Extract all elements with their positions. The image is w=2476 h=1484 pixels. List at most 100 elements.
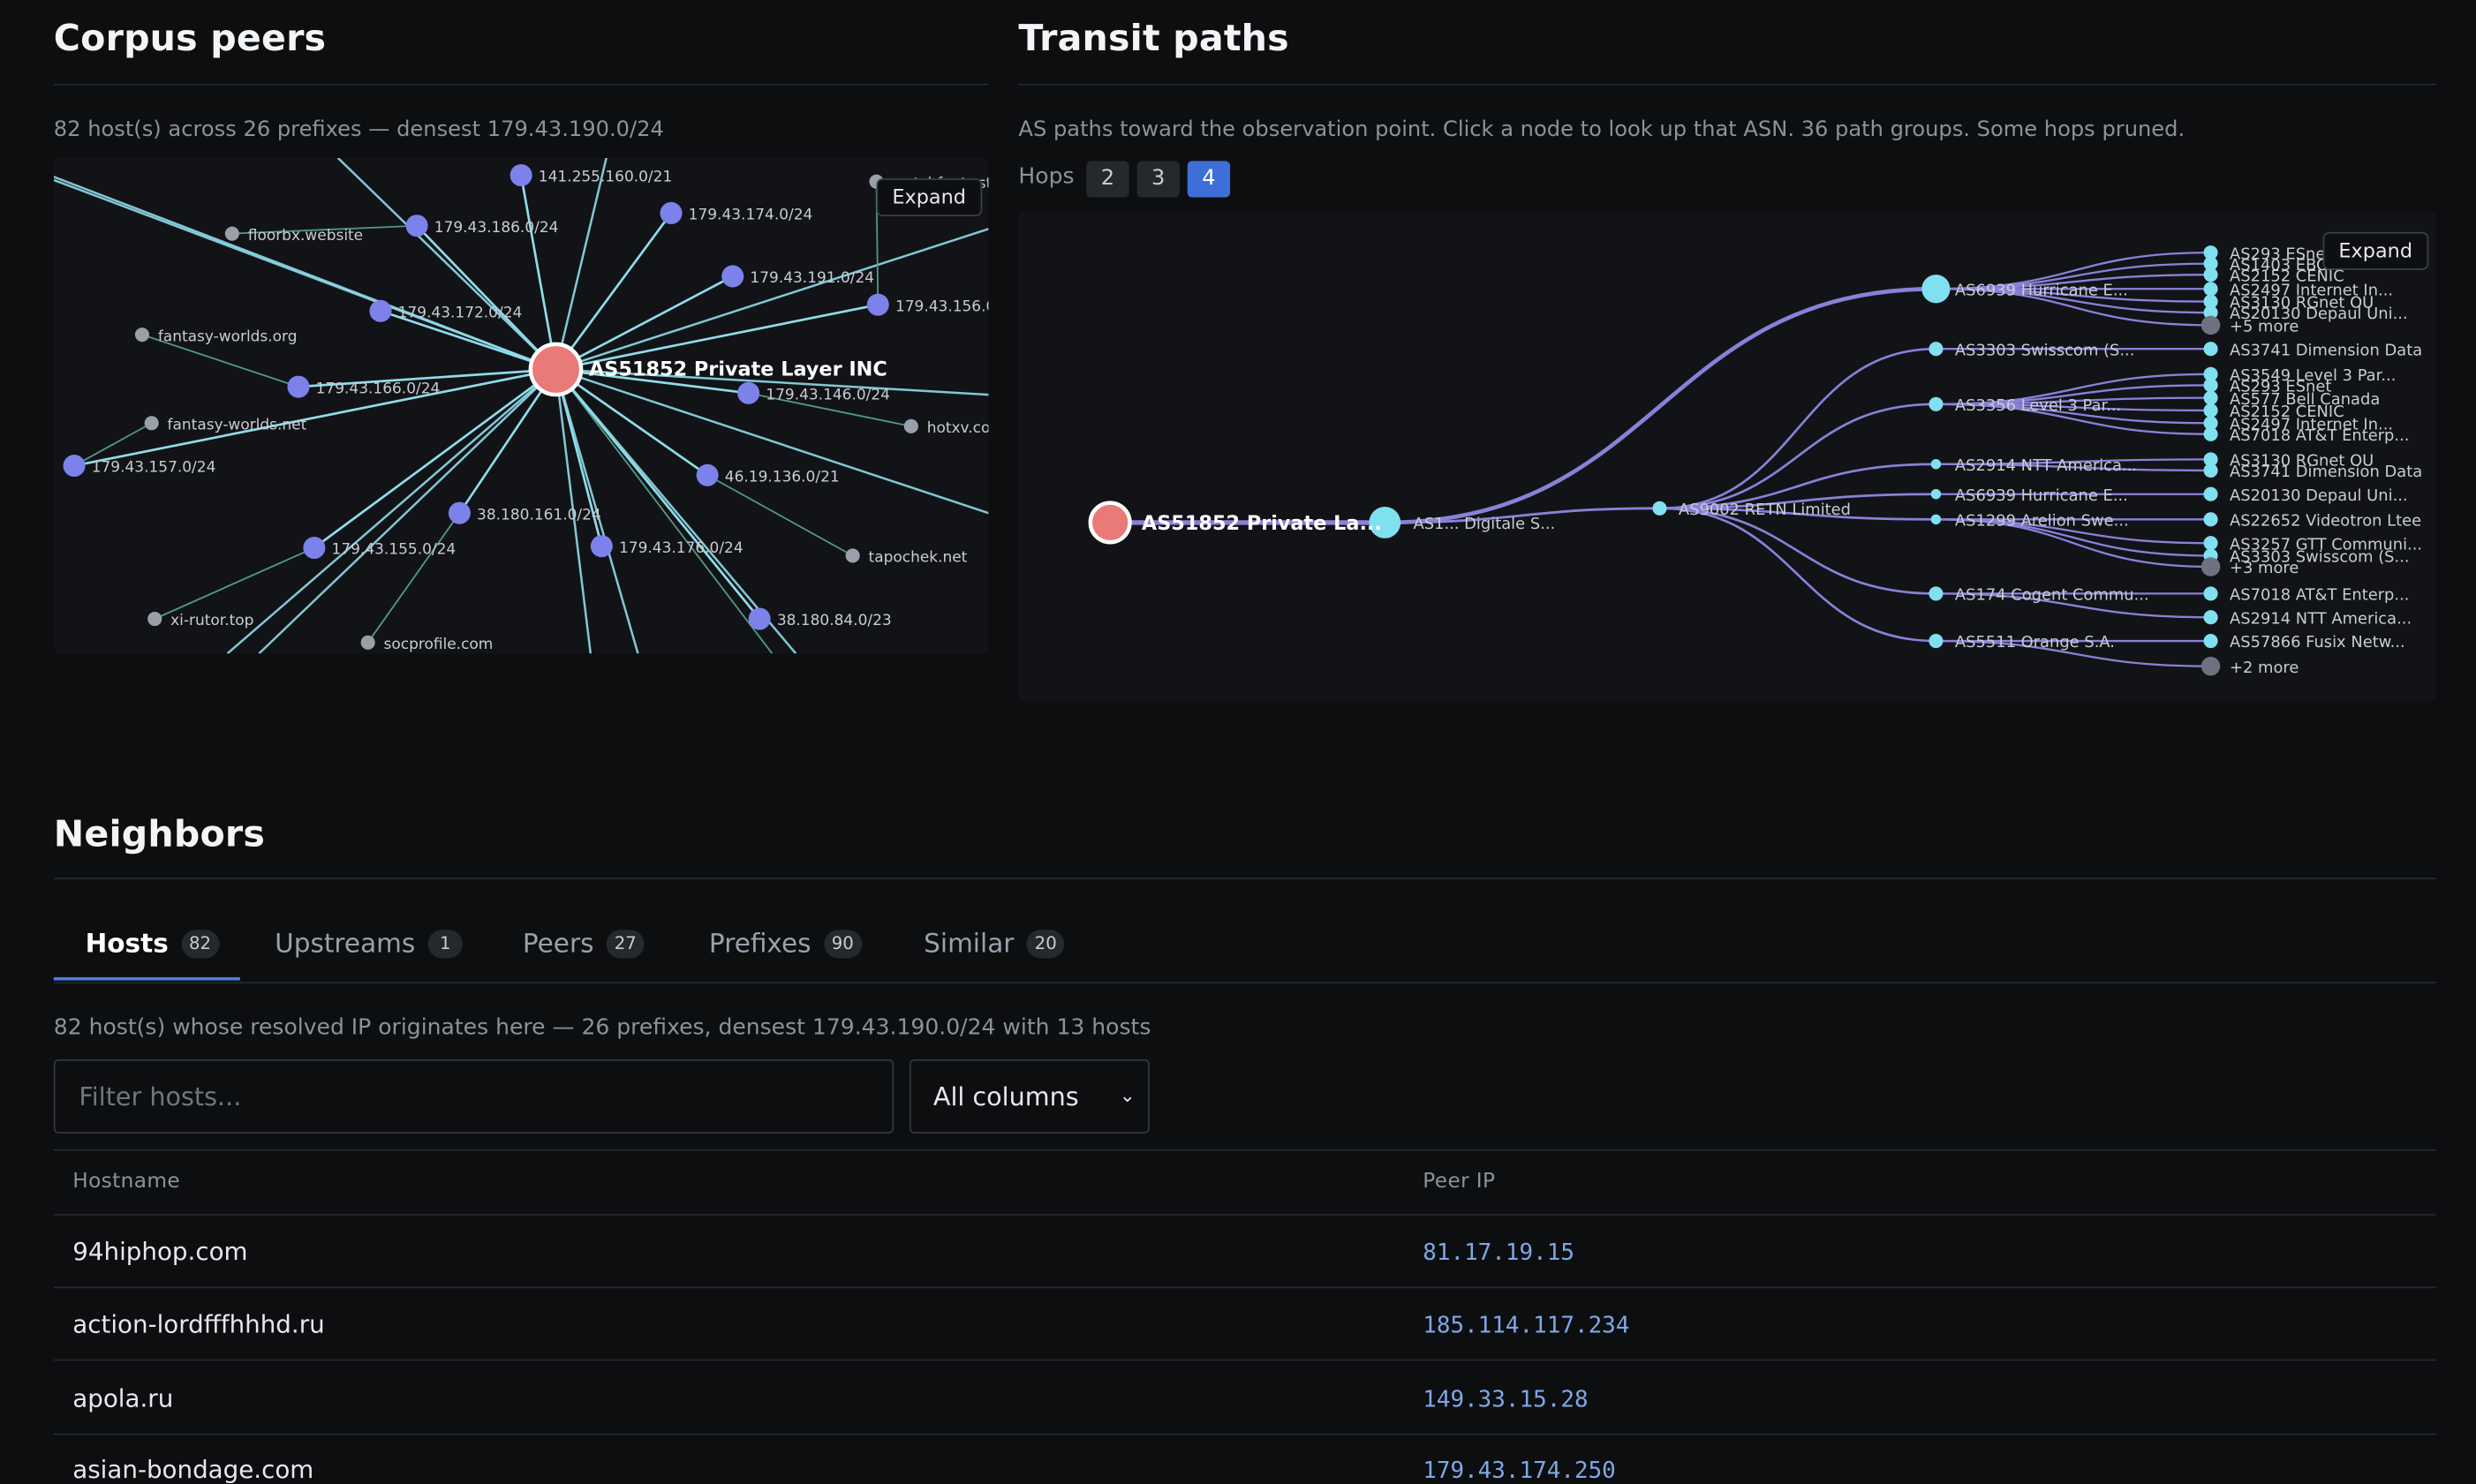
prefix-node[interactable] bbox=[405, 215, 428, 237]
hop-asn-node[interactable] bbox=[1929, 586, 1944, 601]
tab-peers[interactable]: Peers 27 bbox=[523, 909, 645, 979]
leaf-asn-label: +5 more bbox=[2230, 318, 2299, 336]
tab-hosts-label: Hosts bbox=[85, 928, 169, 959]
tab-prefixes[interactable]: Prefixes 90 bbox=[709, 909, 862, 979]
center-asn-node[interactable] bbox=[528, 342, 584, 397]
hop-asn-node[interactable] bbox=[1929, 396, 1944, 411]
transit-paths-summary: AS paths toward the observation point. C… bbox=[1018, 117, 2185, 142]
leaf-asn-node[interactable] bbox=[2203, 536, 2218, 551]
prefix-node[interactable] bbox=[287, 375, 310, 398]
column-header-hostname[interactable]: Hostname bbox=[72, 1170, 180, 1194]
transit-paths-graph[interactable]: AS51852 Private La... AS1... Digitale S..… bbox=[1018, 211, 2437, 701]
column-select[interactable]: All columns ⌄ bbox=[910, 1058, 1150, 1134]
more-leaf-node[interactable] bbox=[2200, 557, 2221, 576]
prefix-node[interactable] bbox=[660, 201, 683, 224]
prefix-node[interactable] bbox=[448, 501, 471, 524]
origin-asn-label: AS51852 Private La... bbox=[1142, 512, 1382, 535]
prefix-node[interactable] bbox=[303, 537, 326, 560]
tab-prefixes-count: 90 bbox=[823, 930, 862, 959]
table-row-peer-ip[interactable]: 185.114.117.234 bbox=[1423, 1314, 1629, 1339]
leaf-asn-node[interactable] bbox=[2203, 426, 2218, 441]
tab-upstreams[interactable]: Upstreams 1 bbox=[275, 909, 463, 979]
table-row-hostname[interactable]: action-lordfffhhhd.ru bbox=[72, 1310, 324, 1338]
table-row-divider bbox=[53, 1359, 2437, 1361]
hosts-summary: 82 host(s) whose resolved IP originates … bbox=[53, 1014, 1151, 1041]
more-leaf-node[interactable] bbox=[2200, 315, 2221, 335]
hop-asn-label: AS3303 Swisscom (S... bbox=[1955, 341, 2135, 359]
chevron-down-icon: ⌄ bbox=[1119, 1084, 1136, 1107]
hop-asn-node[interactable] bbox=[1930, 514, 1942, 525]
hop-3-button[interactable]: 3 bbox=[1136, 161, 1180, 198]
prefix-node-label: 179.43.176.0/24 bbox=[619, 539, 744, 557]
host-node[interactable] bbox=[845, 548, 860, 563]
prefix-node[interactable] bbox=[63, 455, 86, 478]
prefix-node[interactable] bbox=[369, 299, 392, 322]
tabs-divider bbox=[53, 982, 2437, 984]
host-node[interactable] bbox=[224, 226, 239, 241]
leaf-asn-node[interactable] bbox=[2203, 486, 2218, 501]
table-row-peer-ip[interactable]: 149.33.15.28 bbox=[1423, 1388, 1588, 1413]
prefix-node[interactable] bbox=[721, 265, 744, 288]
leaf-asn-node[interactable] bbox=[2203, 403, 2218, 418]
leaf-asn-node[interactable] bbox=[2203, 586, 2218, 601]
leaf-asn-node[interactable] bbox=[2203, 267, 2218, 282]
prefix-node-label: 38.180.161.0/24 bbox=[477, 506, 601, 524]
leaf-asn-node[interactable] bbox=[2203, 463, 2218, 478]
hop-asn-label: AS6939 Hurricane E... bbox=[1955, 281, 2128, 299]
prefix-node[interactable] bbox=[866, 293, 889, 316]
leaf-asn-label: +2 more bbox=[2230, 659, 2299, 677]
host-node[interactable] bbox=[144, 416, 159, 431]
hop-asn-node[interactable] bbox=[1930, 489, 1942, 500]
column-header-peer-ip[interactable]: Peer IP bbox=[1423, 1170, 1495, 1194]
prefix-node[interactable] bbox=[590, 535, 613, 558]
tab-similar-label: Similar bbox=[924, 928, 1015, 959]
hop-asn-node[interactable] bbox=[1921, 275, 1951, 304]
table-row-divider bbox=[53, 1286, 2437, 1289]
leaf-asn-node[interactable] bbox=[2203, 633, 2218, 649]
host-node[interactable] bbox=[903, 418, 918, 433]
corpus-peers-title: Corpus peers bbox=[53, 19, 327, 60]
prefix-node[interactable] bbox=[748, 607, 771, 630]
hop-4-button[interactable]: 4 bbox=[1187, 161, 1231, 198]
path-link bbox=[1385, 286, 1936, 525]
table-row-hostname[interactable]: 94hiphop.com bbox=[72, 1238, 247, 1266]
transit-paths-title: Transit paths bbox=[1018, 19, 1289, 60]
hop-asn-node[interactable] bbox=[1652, 501, 1667, 516]
leaf-asn-node[interactable] bbox=[2203, 610, 2218, 625]
tab-upstreams-count: 1 bbox=[427, 930, 463, 959]
leaf-asn-node[interactable] bbox=[2203, 342, 2218, 357]
leaf-asn-node[interactable] bbox=[2203, 512, 2218, 527]
table-row-hostname[interactable]: asian-bondage.com bbox=[72, 1456, 313, 1484]
hop-asn-node[interactable] bbox=[1929, 342, 1944, 357]
leaf-asn-node[interactable] bbox=[2203, 390, 2218, 405]
table-row-hostname[interactable]: apola.ru bbox=[72, 1384, 173, 1412]
host-node[interactable] bbox=[147, 611, 162, 627]
more-leaf-node[interactable] bbox=[2200, 656, 2221, 676]
prefix-node-label: 141.255.160.0/21 bbox=[539, 169, 672, 186]
hop-asn-node[interactable] bbox=[1929, 633, 1944, 649]
filter-hosts-input[interactable] bbox=[53, 1058, 895, 1134]
corpus-peers-divider bbox=[53, 83, 989, 86]
tab-hosts[interactable]: Hosts 82 bbox=[85, 909, 220, 979]
corpus-peers-graph[interactable]: 141.255.160.0/21 179.43.174.0/24 179.43.18… bbox=[53, 157, 989, 654]
transit-expand-button[interactable]: Expand bbox=[2322, 231, 2428, 270]
leaf-asn-node[interactable] bbox=[2203, 282, 2218, 297]
hop-2-button[interactable]: 2 bbox=[1086, 161, 1129, 198]
prefix-node[interactable] bbox=[737, 381, 760, 404]
tab-similar[interactable]: Similar 20 bbox=[924, 909, 1065, 979]
table-row-peer-ip[interactable]: 81.17.19.15 bbox=[1423, 1241, 1574, 1267]
leaf-asn-label: AS7018 AT&T Enterp... bbox=[2230, 586, 2409, 605]
table-row-peer-ip[interactable]: 179.43.174.250 bbox=[1423, 1458, 1616, 1484]
hop-asn-node[interactable] bbox=[1930, 459, 1942, 470]
origin-asn-node[interactable] bbox=[1088, 501, 1132, 545]
leaf-asn-label: AS3741 Dimension Data bbox=[2230, 341, 2422, 359]
hop-asn-label: AS1299 Arelion Swe... bbox=[1955, 511, 2129, 530]
corpus-expand-button[interactable]: Expand bbox=[876, 178, 982, 216]
leaf-asn-node[interactable] bbox=[2203, 378, 2218, 393]
prefix-node[interactable] bbox=[510, 163, 532, 187]
prefix-node[interactable] bbox=[696, 463, 719, 486]
prefix-node-label: 46.19.136.0/21 bbox=[725, 468, 840, 486]
host-node[interactable] bbox=[134, 328, 149, 343]
host-node[interactable] bbox=[360, 635, 375, 650]
peer-edge bbox=[555, 368, 761, 620]
